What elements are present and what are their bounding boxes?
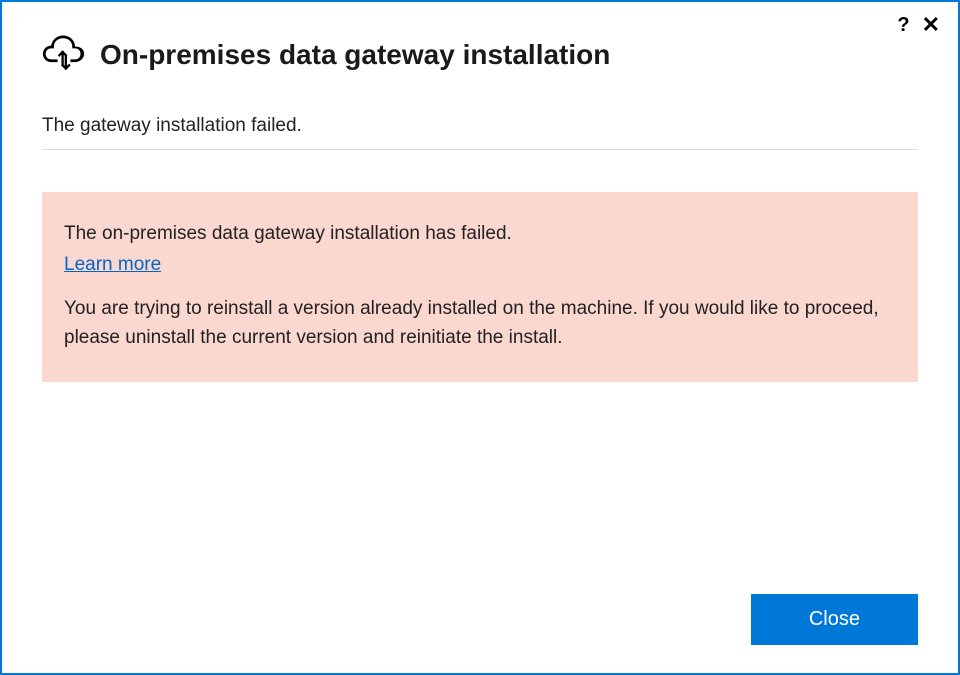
dialog-title: On-premises data gateway installation [100,39,610,71]
close-button[interactable]: Close [751,594,918,645]
close-icon[interactable]: ✕ [922,14,940,36]
footer: Close [2,594,958,673]
error-panel: The on-premises data gateway installatio… [42,192,918,382]
dialog-window: ? ✕ On-premises data gateway installatio… [0,0,960,675]
content-area: On-premises data gateway installation Th… [2,2,958,594]
error-detail: You are trying to reinstall a version al… [64,295,896,352]
learn-more-link[interactable]: Learn more [64,251,161,280]
header: On-premises data gateway installation [42,32,918,77]
status-text: The gateway installation failed. [42,115,918,150]
cloud-gateway-icon [42,32,86,77]
help-icon[interactable]: ? [897,15,909,35]
error-title: The on-premises data gateway installatio… [64,220,896,249]
titlebar-controls: ? ✕ [897,14,940,36]
